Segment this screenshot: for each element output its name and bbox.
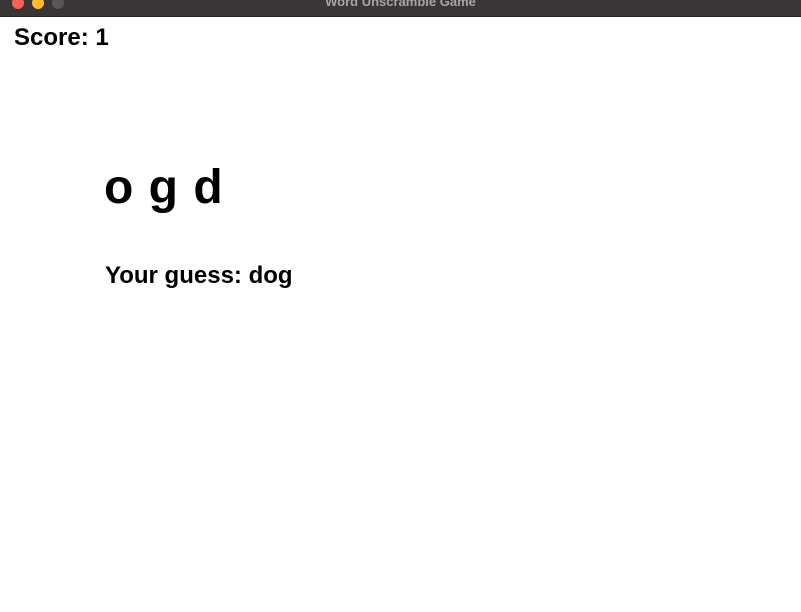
guess-display: Your guess: dog <box>105 262 293 289</box>
title-bar[interactable]: Word Unscramble Game <box>0 0 801 17</box>
game-canvas[interactable]: Score: 1 o g d Your guess: dog <box>0 17 801 612</box>
scrambled-word: o g d <box>104 161 223 214</box>
game-window: Word Unscramble Game Score: 1 o g d Your… <box>0 0 801 612</box>
window-title: Word Unscramble Game <box>325 0 476 9</box>
score-label: Score: 1 <box>14 24 109 51</box>
